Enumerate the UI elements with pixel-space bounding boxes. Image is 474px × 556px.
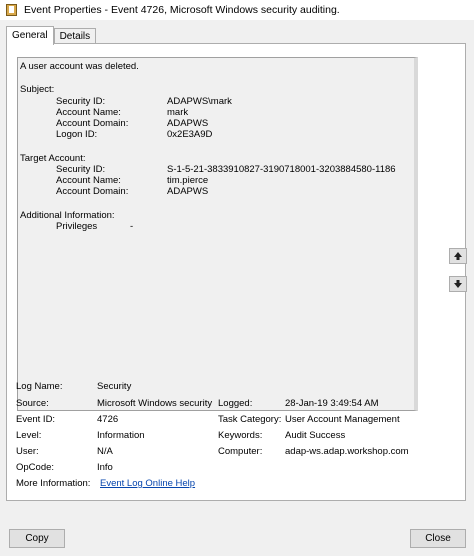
target-security-id-value: S-1-5-21-3833910827-3190718001-320388458… <box>167 164 396 175</box>
event-description[interactable]: A user account was deleted. Subject: Sec… <box>17 57 418 411</box>
user-label: User: <box>16 446 39 457</box>
computer-label: Computer: <box>218 446 263 457</box>
log-name-label: Log Name: <box>16 381 63 392</box>
keywords-label: Keywords: <box>218 430 263 441</box>
subject-account-name-label: Account Name: <box>56 107 121 118</box>
target-account-name-value: tim.pierce <box>167 175 209 186</box>
close-button[interactable]: Close <box>410 529 466 548</box>
subject-security-id-label: Security ID: <box>56 96 106 107</box>
event-id-value: 4726 <box>97 414 119 425</box>
subject-account-domain-label: Account Domain: <box>56 118 129 129</box>
opcode-value: Info <box>97 462 113 473</box>
task-category-label: Task Category: <box>218 414 282 425</box>
opcode-label: OpCode: <box>16 462 55 473</box>
arrow-down-icon <box>454 280 462 288</box>
subject-logon-id-label: Logon ID: <box>56 129 98 140</box>
event-id-label: Event ID: <box>16 414 56 425</box>
target-account-domain-value: ADAPWS <box>167 186 209 197</box>
tab-strip: General Details <box>6 26 97 45</box>
target-account-name-label: Account Name: <box>56 175 121 186</box>
title-bar: Event Properties - Event 4726, Microsoft… <box>0 0 474 20</box>
arrow-up-icon <box>454 252 462 260</box>
event-viewer-icon <box>6 3 18 17</box>
privileges-value: - <box>130 221 134 232</box>
subject-security-id-value: ADAPWS\mark <box>167 96 232 107</box>
computer-value: adap-ws.adap.workshop.com <box>285 446 409 457</box>
subject-logon-id-value: 0x2E3A9D <box>167 129 213 140</box>
subject-account-domain-value: ADAPWS <box>167 118 209 129</box>
next-event-button[interactable] <box>449 276 467 292</box>
level-value: Information <box>97 430 145 441</box>
window-title: Event Properties - Event 4726, Microsoft… <box>24 4 340 16</box>
more-info-label: More Information: <box>16 478 91 489</box>
description-headline: A user account was deleted. <box>20 61 139 72</box>
task-category-value: User Account Management <box>285 414 400 425</box>
target-account-domain-label: Account Domain: <box>56 186 129 197</box>
source-value: Microsoft Windows security <box>97 398 213 409</box>
source-label: Source: <box>16 398 49 409</box>
log-name-value: Security <box>97 381 132 392</box>
general-panel: A user account was deleted. Subject: Sec… <box>6 43 466 501</box>
additional-heading: Additional Information: <box>20 210 115 221</box>
tab-general[interactable]: General <box>6 26 54 45</box>
logged-label: Logged: <box>218 398 253 409</box>
target-security-id-label: Security ID: <box>56 164 106 175</box>
subject-heading: Subject: <box>20 84 55 95</box>
privileges-label: Privileges <box>56 221 98 232</box>
target-heading: Target Account: <box>20 153 86 164</box>
event-log-online-help-link[interactable]: Event Log Online Help <box>100 478 195 489</box>
keywords-value: Audit Success <box>285 430 346 441</box>
previous-event-button[interactable] <box>449 248 467 264</box>
logged-value: 28-Jan-19 3:49:54 AM <box>285 398 379 409</box>
user-value: N/A <box>97 446 113 457</box>
copy-button[interactable]: Copy <box>9 529 65 548</box>
level-label: Level: <box>16 430 42 441</box>
subject-account-name-value: mark <box>167 107 189 118</box>
